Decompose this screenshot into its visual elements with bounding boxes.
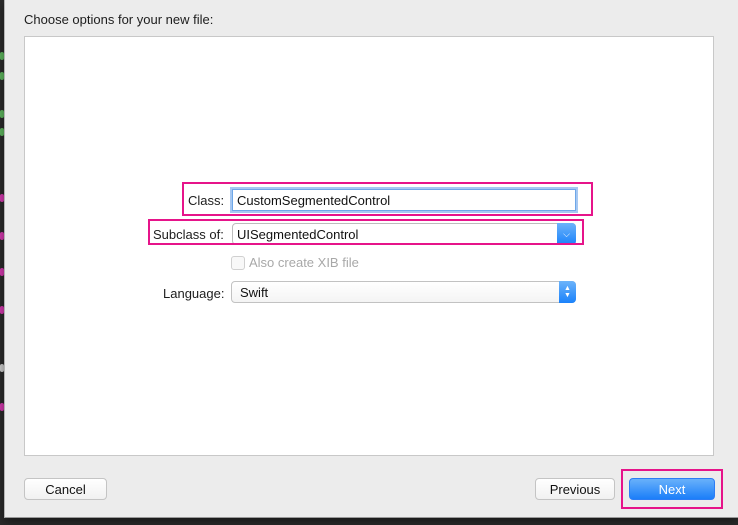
xib-checkbox-label: Also create XIB file <box>249 255 359 270</box>
subclass-combo-box[interactable]: UISegmentedControl ⌵ <box>232 223 576 245</box>
xib-checkbox[interactable] <box>231 255 245 270</box>
previous-button[interactable]: Previous <box>535 478 615 500</box>
new-file-options-sheet: Choose options for your new file: Class:… <box>4 0 738 518</box>
language-popup[interactable]: Swift ▲ ▼ <box>231 281 576 303</box>
xib-checkbox-row[interactable]: Also create XIB file <box>231 255 359 270</box>
options-panel: Class: Subclass of: UISegmentedControl ⌵… <box>24 36 714 456</box>
subclass-label: Subclass of: <box>153 227 224 242</box>
class-label: Class: <box>188 193 225 208</box>
next-button[interactable]: Next <box>629 478 715 500</box>
cancel-button[interactable]: Cancel <box>24 478 107 500</box>
language-value: Swift <box>240 284 269 300</box>
up-down-arrows-icon[interactable]: ▲ ▼ <box>559 281 576 303</box>
subclass-value: UISegmentedControl <box>237 226 359 242</box>
sheet-title: Choose options for your new file: <box>24 12 214 27</box>
class-name-input[interactable] <box>232 189 576 211</box>
language-label: Language: <box>163 286 225 301</box>
chevron-down-icon[interactable]: ⌵ <box>557 223 576 245</box>
